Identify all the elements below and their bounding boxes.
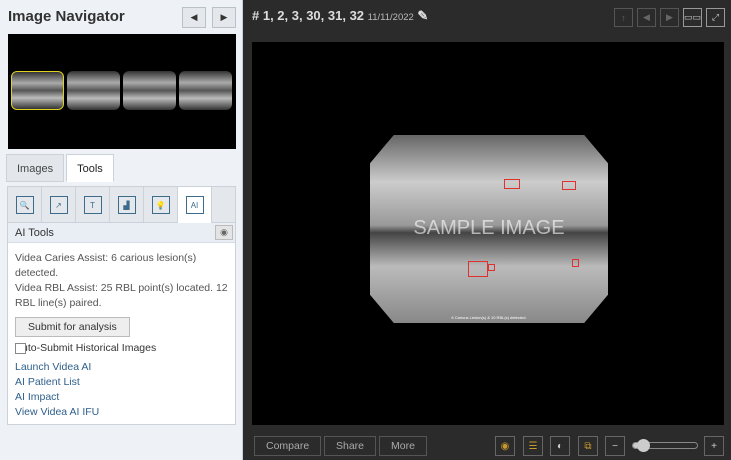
report-tool-button[interactable]: ↗ (42, 187, 76, 223)
detection-caption: 6 Carious Lesion(s) & 10 RBL(s) detected… (451, 315, 527, 320)
thumbnail-strip (8, 34, 236, 149)
submit-analysis-button[interactable]: Submit for analysis (15, 317, 130, 337)
fullscreen-icon[interactable]: ⤢ (706, 8, 725, 27)
edit-pencil-icon[interactable]: ✎ (417, 8, 428, 23)
thumbnail-1[interactable] (11, 71, 64, 110)
thumbnail-4[interactable] (179, 71, 232, 110)
rbl-status: Videa RBL Assist: 25 RBL point(s) locate… (15, 282, 228, 309)
tab-tools[interactable]: Tools (66, 154, 114, 182)
next-arrow-icon[interactable]: ▶ (660, 8, 679, 27)
thumbnail-2[interactable] (67, 71, 120, 110)
next-image-button[interactable]: ▶ (212, 7, 236, 28)
tab-images[interactable]: Images (6, 154, 65, 182)
prev-image-button[interactable]: ◀ (182, 7, 206, 28)
measure-icon: T (83, 196, 102, 214)
ai-chip-icon: AI (185, 196, 204, 214)
xray-image: SAMPLE IMAGE 6 Carious Lesion(s) & 10 RB… (370, 135, 608, 323)
auto-submit-label: Auto-Submit Historical Images (15, 342, 157, 354)
ai-impact-link[interactable]: AI Impact (8, 390, 235, 405)
share-button[interactable]: Share (324, 436, 377, 456)
overlay-icon[interactable]: ⧉ (578, 436, 598, 456)
zoom-in-button[interactable]: + (704, 436, 724, 456)
panel-title: Image Navigator (8, 8, 125, 25)
light-tool-button[interactable]: 💡 (144, 187, 178, 223)
ai-tool-button[interactable]: AI (178, 187, 212, 223)
zoom-out-button[interactable]: − (605, 436, 625, 456)
report-icon: ↗ (49, 196, 68, 214)
caries-status: Videa Caries Assist: 6 carious lesion(s)… (15, 252, 197, 279)
patient-list-link[interactable]: AI Patient List (8, 375, 235, 390)
adjustments-icon[interactable]: ☰ (523, 436, 543, 456)
teeth-numbers: # 1, 2, 3, 30, 31, 32 (252, 8, 365, 23)
tools-panel: 🔍 ↗ T ▟ 💡 AI AI Tools ◉ Videa Caries Assi… (7, 186, 236, 425)
contrast-icon[interactable]: ◐ (550, 436, 570, 456)
launch-videa-link[interactable]: Launch Videa AI (8, 360, 235, 375)
prev-arrow-icon[interactable]: ◀ (637, 8, 656, 27)
lightbulb-icon: 💡 (151, 196, 170, 214)
auto-submit-checkbox[interactable]: Auto-Submit Historical Images (15, 342, 228, 354)
compare-button[interactable]: Compare (254, 436, 322, 456)
ifu-link[interactable]: View Videa AI IFU (8, 405, 235, 420)
image-viewer[interactable]: SAMPLE IMAGE 6 Carious Lesion(s) & 10 RB… (252, 42, 724, 425)
compare-layout-icon[interactable]: ▭▭ (683, 8, 702, 27)
thumbnail-3[interactable] (123, 71, 176, 110)
ai-tools-heading: AI Tools (15, 227, 54, 239)
histogram-icon: ▟ (117, 196, 136, 214)
slider-thumb[interactable] (637, 439, 650, 452)
measure-tool-button[interactable]: T (76, 187, 110, 223)
up-arrow-icon[interactable]: ↑ (614, 8, 633, 27)
eye-icon[interactable]: ◉ (495, 436, 515, 456)
left-panel: Image Navigator ◀ ▶ Images Tools 🔍 ↗ T ▟… (0, 0, 243, 460)
image-header: # 1, 2, 3, 30, 31, 32 11/11/2022 ✎ (252, 8, 428, 24)
zoom-tool-button[interactable]: 🔍 (8, 187, 42, 223)
image-date: 11/11/2022 (367, 12, 414, 23)
eye-icon[interactable]: ◉ (215, 225, 233, 240)
more-button[interactable]: More (379, 436, 427, 456)
magnifier-icon: 🔍 (15, 196, 34, 214)
zoom-slider[interactable] (632, 439, 698, 452)
histogram-tool-button[interactable]: ▟ (110, 187, 144, 223)
watermark: SAMPLE IMAGE (413, 217, 565, 239)
